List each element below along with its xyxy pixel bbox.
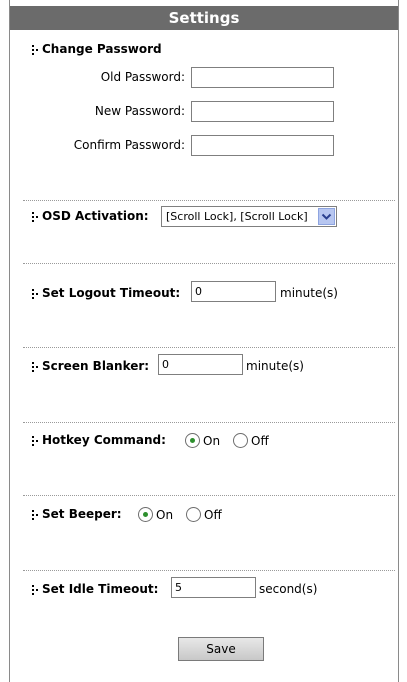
osd-activation-label: OSD Activation:: [42, 209, 149, 223]
idle-timeout-unit: second(s): [259, 582, 318, 596]
section-bullet-icon: [32, 289, 38, 299]
section-divider: [23, 422, 395, 423]
hotkey-on-radio[interactable]: [185, 433, 200, 448]
old-password-input[interactable]: [191, 67, 334, 88]
section-divider: [23, 570, 395, 571]
logout-timeout-input[interactable]: [191, 281, 276, 302]
section-divider: [23, 347, 395, 348]
beeper-off-label: Off: [204, 508, 222, 522]
new-password-input[interactable]: [191, 101, 334, 122]
panel-header: Settings: [10, 6, 398, 30]
confirm-password-input[interactable]: [191, 135, 334, 156]
screen-blanker-input[interactable]: [158, 354, 243, 375]
section-divider: [23, 495, 395, 496]
section-title-change-password: Change Password: [42, 42, 162, 56]
section-bullet-icon: [32, 585, 38, 595]
idle-timeout-label: Set Idle Timeout:: [42, 582, 159, 596]
logout-timeout-label: Set Logout Timeout:: [42, 286, 181, 300]
beeper-off-radio[interactable]: [186, 507, 201, 522]
section-bullet-icon: [32, 362, 38, 372]
section-bullet-icon: [32, 45, 38, 55]
section-bullet-icon: [32, 436, 38, 446]
logout-timeout-unit: minute(s): [280, 286, 338, 300]
osd-activation-select[interactable]: [Scroll Lock], [Scroll Lock]: [161, 206, 337, 227]
section-divider: [23, 200, 395, 201]
save-button[interactable]: Save: [178, 637, 264, 661]
chevron-down-icon[interactable]: [318, 208, 335, 225]
beeper-on-label: On: [156, 508, 174, 522]
settings-panel: Settings Change Password Old Password: N…: [9, 0, 399, 682]
hotkey-off-label: Off: [251, 434, 269, 448]
beeper-on-radio[interactable]: [138, 507, 153, 522]
section-divider: [23, 263, 395, 264]
screen-blanker-unit: minute(s): [246, 359, 304, 373]
hotkey-off-radio[interactable]: [233, 433, 248, 448]
section-bullet-icon: [32, 510, 38, 520]
old-password-label: Old Password:: [100, 70, 185, 84]
section-bullet-icon: [32, 212, 38, 222]
screen-blanker-label: Screen Blanker:: [42, 359, 150, 373]
idle-timeout-input[interactable]: [171, 577, 256, 598]
hotkey-on-label: On: [203, 434, 221, 448]
new-password-label: New Password:: [94, 104, 185, 118]
osd-activation-selected-value: [Scroll Lock], [Scroll Lock]: [166, 210, 308, 223]
hotkey-command-label: Hotkey Command:: [42, 433, 166, 447]
confirm-password-label: Confirm Password:: [73, 138, 185, 152]
set-beeper-label: Set Beeper:: [42, 507, 122, 521]
